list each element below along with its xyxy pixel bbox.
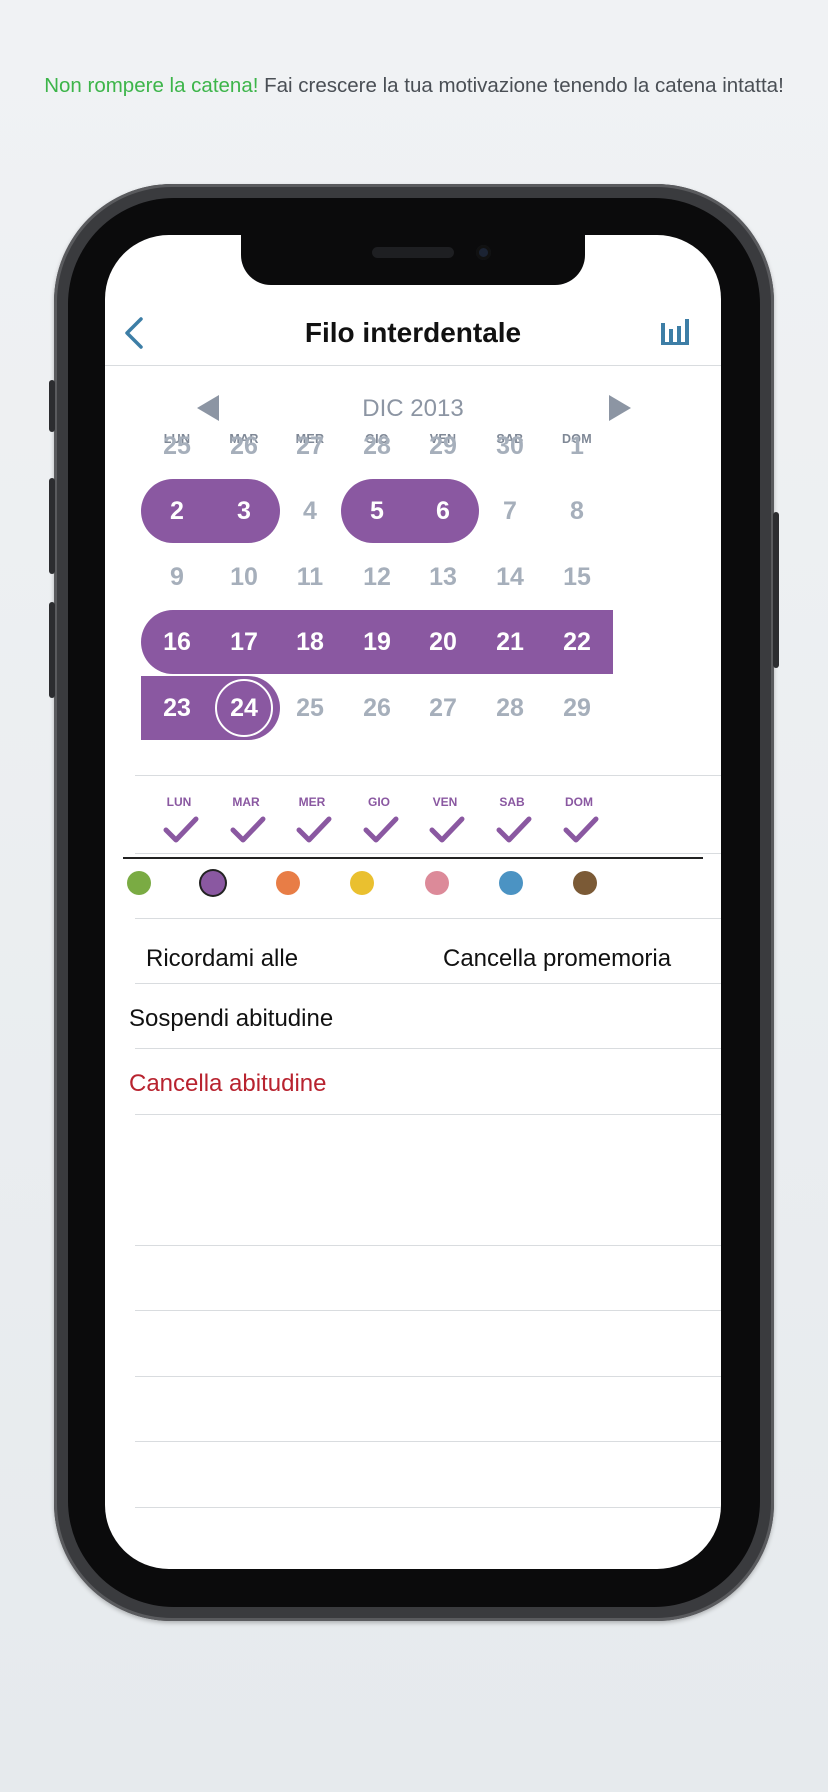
nav-divider: [105, 365, 721, 366]
notch: [241, 235, 585, 285]
calendar-day[interactable]: 7: [477, 479, 543, 543]
front-camera: [476, 245, 491, 260]
schedule-day-label: MAR: [232, 795, 260, 809]
schedule-day-label: VEN: [432, 795, 458, 809]
calendar-day[interactable]: 28: [477, 676, 543, 740]
color-option[interactable]: [573, 871, 597, 895]
phone-power-button: [773, 512, 779, 668]
phone-volume-down: [49, 602, 55, 698]
phone-volume-up: [49, 478, 55, 574]
empty-row-divider: [135, 1310, 721, 1311]
checkmark-icon[interactable]: [363, 815, 399, 845]
calendar-day[interactable]: 28: [344, 414, 410, 478]
remind-at-button[interactable]: Ricordami alle: [146, 945, 298, 973]
calendar-day[interactable]: 1: [544, 414, 610, 478]
schedule-day-label: GIO: [367, 795, 390, 809]
calendar-day[interactable]: 22: [544, 610, 610, 674]
calendar-divider: [135, 775, 721, 776]
calendar-day[interactable]: 15: [544, 545, 610, 609]
pause-divider: [135, 1048, 721, 1049]
settings-divider-top: [135, 918, 721, 919]
empty-row-divider: [135, 1507, 721, 1508]
headline: Non rompere la catena! Fai crescere la t…: [0, 74, 828, 98]
schedule-divider: [135, 853, 721, 854]
calendar-day[interactable]: 29: [544, 676, 610, 740]
calendar-day[interactable]: 17: [211, 610, 277, 674]
calendar-day[interactable]: 9: [144, 545, 210, 609]
empty-row-divider: [135, 1441, 721, 1442]
checkmark-icon[interactable]: [429, 815, 465, 845]
reminder-divider: [135, 983, 721, 984]
headline-highlight: Non rompere la catena!: [44, 74, 259, 97]
today-marker: [215, 679, 273, 737]
pause-habit-button[interactable]: Sospendi abitudine: [129, 1005, 333, 1033]
calendar-day[interactable]: 26: [211, 414, 277, 478]
calendar-day[interactable]: 30: [477, 414, 543, 478]
speaker-grille: [372, 247, 454, 258]
schedule-day-label: MER: [298, 795, 326, 809]
color-option[interactable]: [425, 871, 449, 895]
delete-divider: [135, 1114, 721, 1115]
color-option[interactable]: [499, 871, 523, 895]
calendar-day[interactable]: 11: [277, 545, 343, 609]
app-screen: Filo interdentale DIC 2013 LUN MAR MER GIO V…: [105, 235, 721, 1569]
nav-bar: Filo interdentale: [105, 305, 721, 361]
color-option[interactable]: [350, 871, 374, 895]
calendar-day[interactable]: 19: [344, 610, 410, 674]
headline-text: Fai crescere la tua motivazione tenendo …: [258, 74, 784, 97]
calendar-day[interactable]: 8: [544, 479, 610, 543]
page-title: Filo interdentale: [304, 317, 522, 348]
calendar-day[interactable]: 23: [144, 676, 210, 740]
checkmark-icon[interactable]: [296, 815, 332, 845]
schedule-day-label: LUN: [166, 795, 192, 809]
bar-chart-icon[interactable]: [661, 317, 691, 345]
calendar-day[interactable]: 3: [211, 479, 277, 543]
delete-habit-button[interactable]: Cancella abitudine: [129, 1070, 326, 1098]
color-option[interactable]: [201, 871, 225, 895]
color-option[interactable]: [127, 871, 151, 895]
schedule-day-label: SAB: [499, 795, 525, 809]
calendar-day[interactable]: 27: [277, 414, 343, 478]
checkmark-icon[interactable]: [163, 815, 199, 845]
calendar-day[interactable]: 14: [477, 545, 543, 609]
calendar-day[interactable]: 21: [477, 610, 543, 674]
calendar-day[interactable]: 16: [144, 610, 210, 674]
calendar-day[interactable]: 6: [410, 479, 476, 543]
calendar-day[interactable]: 13: [410, 545, 476, 609]
cancel-reminder-button[interactable]: Cancella promemoria: [443, 945, 671, 973]
color-option[interactable]: [276, 871, 300, 895]
checkmark-icon[interactable]: [230, 815, 266, 845]
calendar-day[interactable]: 20: [410, 610, 476, 674]
calendar-day[interactable]: 10: [211, 545, 277, 609]
schedule-day-label: DOM: [565, 795, 593, 809]
calendar-day[interactable]: 12: [344, 545, 410, 609]
checkmark-icon[interactable]: [496, 815, 532, 845]
calendar-day[interactable]: 29: [410, 414, 476, 478]
calendar-day[interactable]: 2: [144, 479, 210, 543]
checkmark-icon[interactable]: [563, 815, 599, 845]
empty-row-divider: [135, 1376, 721, 1377]
calendar-day[interactable]: 27: [410, 676, 476, 740]
calendar-day[interactable]: 4: [277, 479, 343, 543]
calendar-day[interactable]: 5: [344, 479, 410, 543]
phone-mute-switch: [49, 380, 55, 432]
calendar-day[interactable]: 18: [277, 610, 343, 674]
calendar-day[interactable]: 25: [277, 676, 343, 740]
calendar-day[interactable]: 25: [144, 414, 210, 478]
empty-row-divider: [135, 1245, 721, 1246]
color-picker-divider: [123, 857, 703, 859]
calendar-day[interactable]: 26: [344, 676, 410, 740]
